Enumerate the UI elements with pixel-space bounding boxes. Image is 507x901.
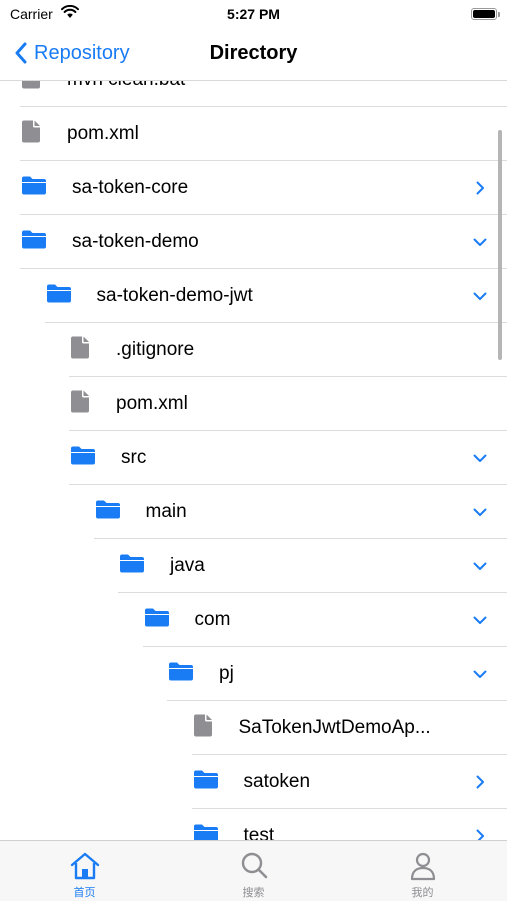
folder-row[interactable]: main [0, 485, 507, 539]
file-icon [22, 121, 40, 148]
chevron-down-icon[interactable] [473, 559, 487, 573]
tree-item-label: com [195, 609, 231, 631]
folder-row[interactable]: test [0, 809, 507, 840]
folder-row[interactable]: sa-token-demo [0, 215, 507, 269]
folder-row[interactable]: pj [0, 647, 507, 701]
tree-item-label: main [146, 501, 187, 523]
folder-row[interactable]: com [0, 593, 507, 647]
chevron-down-icon[interactable] [473, 289, 487, 303]
folder-icon [193, 824, 219, 841]
folder-icon [21, 230, 47, 255]
navigation-bar: Repository Directory [0, 28, 507, 81]
chevron-right-icon[interactable] [473, 181, 487, 195]
scrollbar[interactable] [498, 130, 502, 360]
folder-icon [144, 608, 170, 633]
chevron-down-icon[interactable] [473, 451, 487, 465]
tree-item-label: sa-token-demo [72, 231, 199, 253]
person-icon [407, 850, 439, 882]
tab-home[interactable]: 首页 [0, 841, 169, 901]
folder-icon [21, 176, 47, 201]
folder-row[interactable]: src [0, 431, 507, 485]
file-icon [194, 715, 212, 742]
folder-row[interactable]: satoken [0, 755, 507, 809]
file-icon [22, 80, 40, 94]
file-row[interactable]: pom.xml [0, 377, 507, 431]
tab-search-label: 搜索 [169, 884, 338, 900]
tree-item-label: satoken [244, 771, 311, 793]
status-bar: Carrier 5:27 PM [0, 0, 507, 28]
chevron-down-icon[interactable] [473, 235, 487, 249]
tab-profile-label: 我的 [338, 884, 507, 900]
tab-profile[interactable]: 我的 [338, 841, 507, 901]
folder-row[interactable]: sa-token-core [0, 161, 507, 215]
tree-item-label: sa-token-core [72, 177, 188, 199]
tree-item-label: sa-token-demo-jwt [97, 285, 253, 307]
tree-item-label: SaTokenJwtDemoAp... [239, 717, 431, 739]
tree-item-label: pom.xml [67, 123, 139, 145]
tab-search[interactable]: 搜索 [169, 841, 338, 901]
directory-list[interactable]: mvn clean.bat pom.xml sa-token-core sa-toke… [0, 80, 507, 840]
folder-icon [193, 770, 219, 795]
folder-row[interactable]: java [0, 539, 507, 593]
tree-item-label: src [121, 447, 146, 469]
file-row[interactable]: .gitignore [0, 323, 507, 377]
clock: 5:27 PM [0, 6, 507, 22]
chevron-down-icon[interactable] [473, 613, 487, 627]
tree-item-label: .gitignore [116, 339, 194, 361]
chevron-right-icon[interactable] [473, 829, 487, 840]
tree-list: mvn clean.bat pom.xml sa-token-core sa-toke… [0, 80, 507, 840]
tab-bar: 首页 搜索 我的 [0, 840, 507, 901]
folder-icon [95, 500, 121, 525]
folder-icon [70, 446, 96, 471]
file-icon [71, 337, 89, 364]
folder-icon [46, 284, 72, 309]
tree-item-label: java [170, 555, 205, 577]
chevron-down-icon[interactable] [473, 667, 487, 681]
folder-icon [168, 662, 194, 687]
folder-icon [119, 554, 145, 579]
tree-item-label: test [244, 825, 275, 840]
battery-icon [471, 8, 497, 20]
tab-home-label: 首页 [0, 884, 169, 900]
page-title: Directory [0, 42, 507, 65]
file-row[interactable]: SaTokenJwtDemoAp... [0, 701, 507, 755]
tree-item-label: pom.xml [116, 393, 188, 415]
chevron-down-icon[interactable] [473, 505, 487, 519]
file-icon [71, 391, 89, 418]
home-icon [69, 850, 101, 882]
tree-item-label: mvn clean.bat [67, 80, 185, 91]
tree-item-label: pj [219, 663, 234, 685]
folder-row[interactable]: sa-token-demo-jwt [0, 269, 507, 323]
file-row[interactable]: pom.xml [0, 107, 507, 161]
chevron-right-icon[interactable] [473, 775, 487, 789]
file-row[interactable]: mvn clean.bat [0, 80, 507, 107]
search-icon [238, 850, 270, 882]
